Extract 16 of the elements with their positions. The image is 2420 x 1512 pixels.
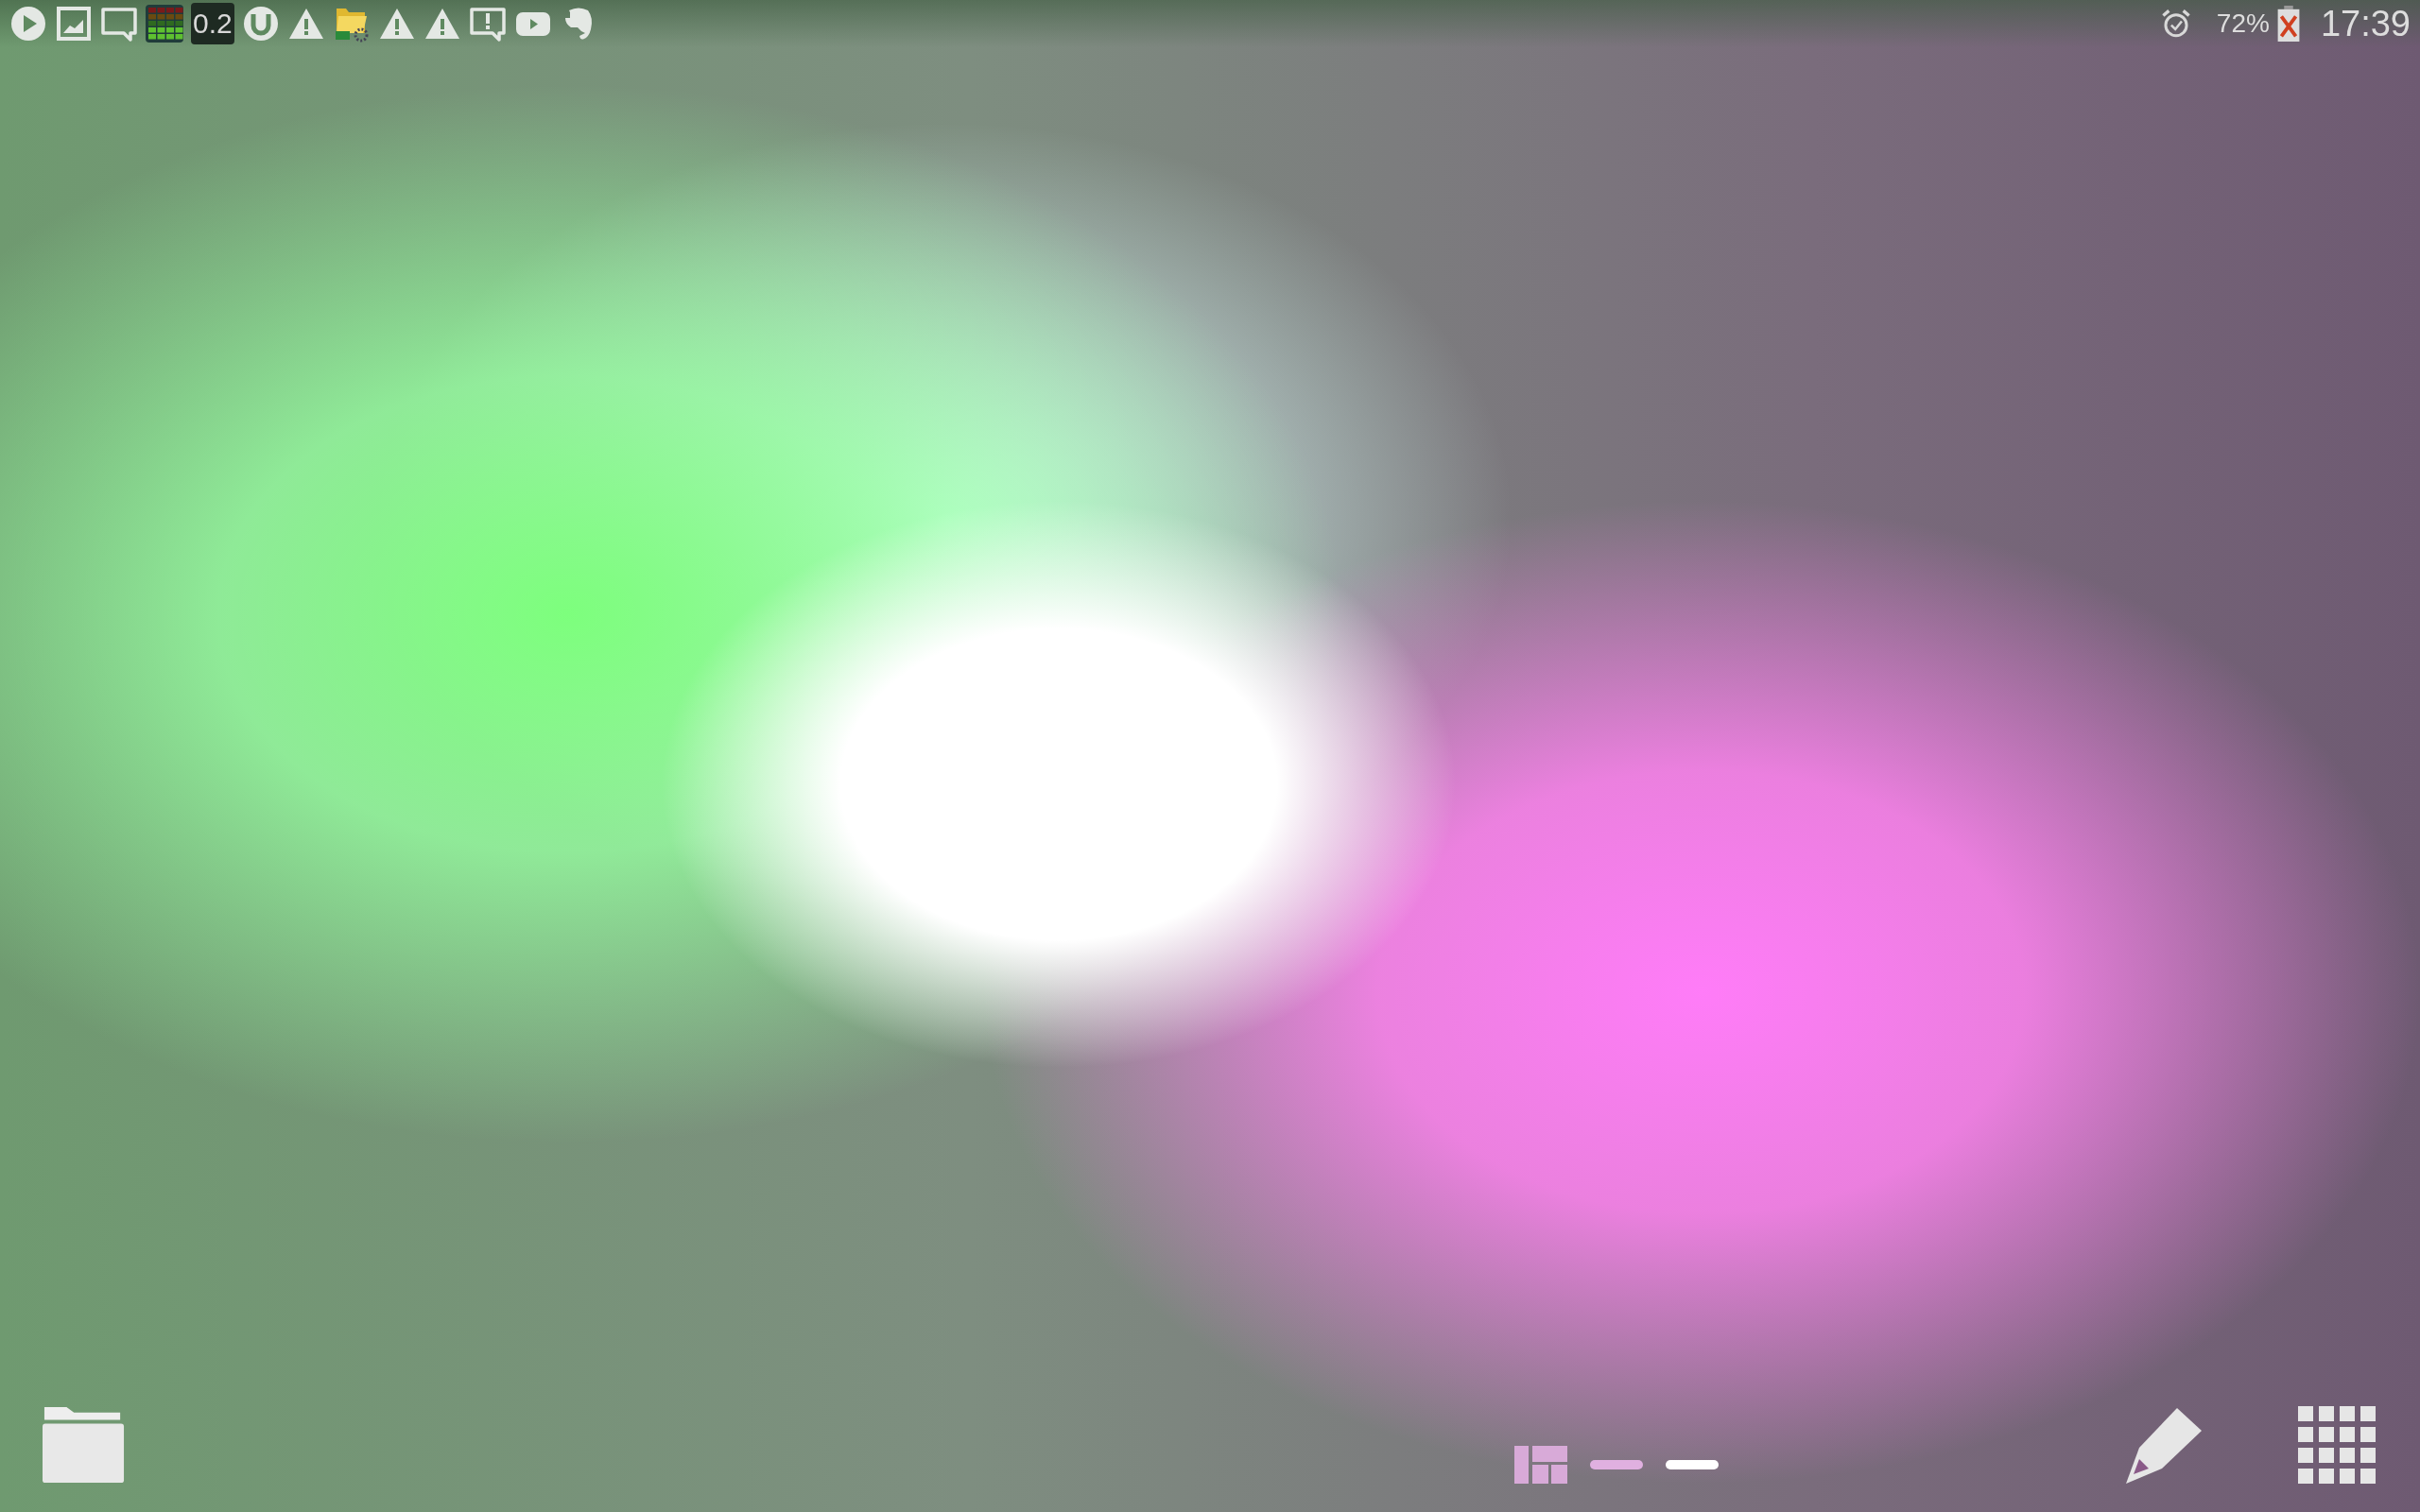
overview-icon[interactable] (1514, 1446, 1567, 1484)
folder-icon[interactable] (43, 1406, 126, 1486)
equalizer-icon[interactable] (146, 5, 183, 43)
page-indicator[interactable] (1590, 1460, 1643, 1469)
app-grid-icon[interactable] (2298, 1406, 2377, 1486)
torrent-icon[interactable] (241, 5, 280, 43)
chat-icon[interactable] (100, 5, 138, 43)
battery-icon (2276, 6, 2300, 42)
pencil-icon[interactable] (2124, 1406, 2204, 1486)
alert-chat-icon[interactable] (468, 5, 507, 43)
battery-percentage: 72% (2216, 9, 2270, 39)
clock-time: 17:39 (2320, 3, 2411, 44)
image-icon[interactable] (55, 5, 93, 43)
counter-badge[interactable]: 0.2 (191, 3, 234, 44)
play-icon[interactable] (9, 5, 47, 43)
page-indicator[interactable] (1666, 1460, 1719, 1469)
